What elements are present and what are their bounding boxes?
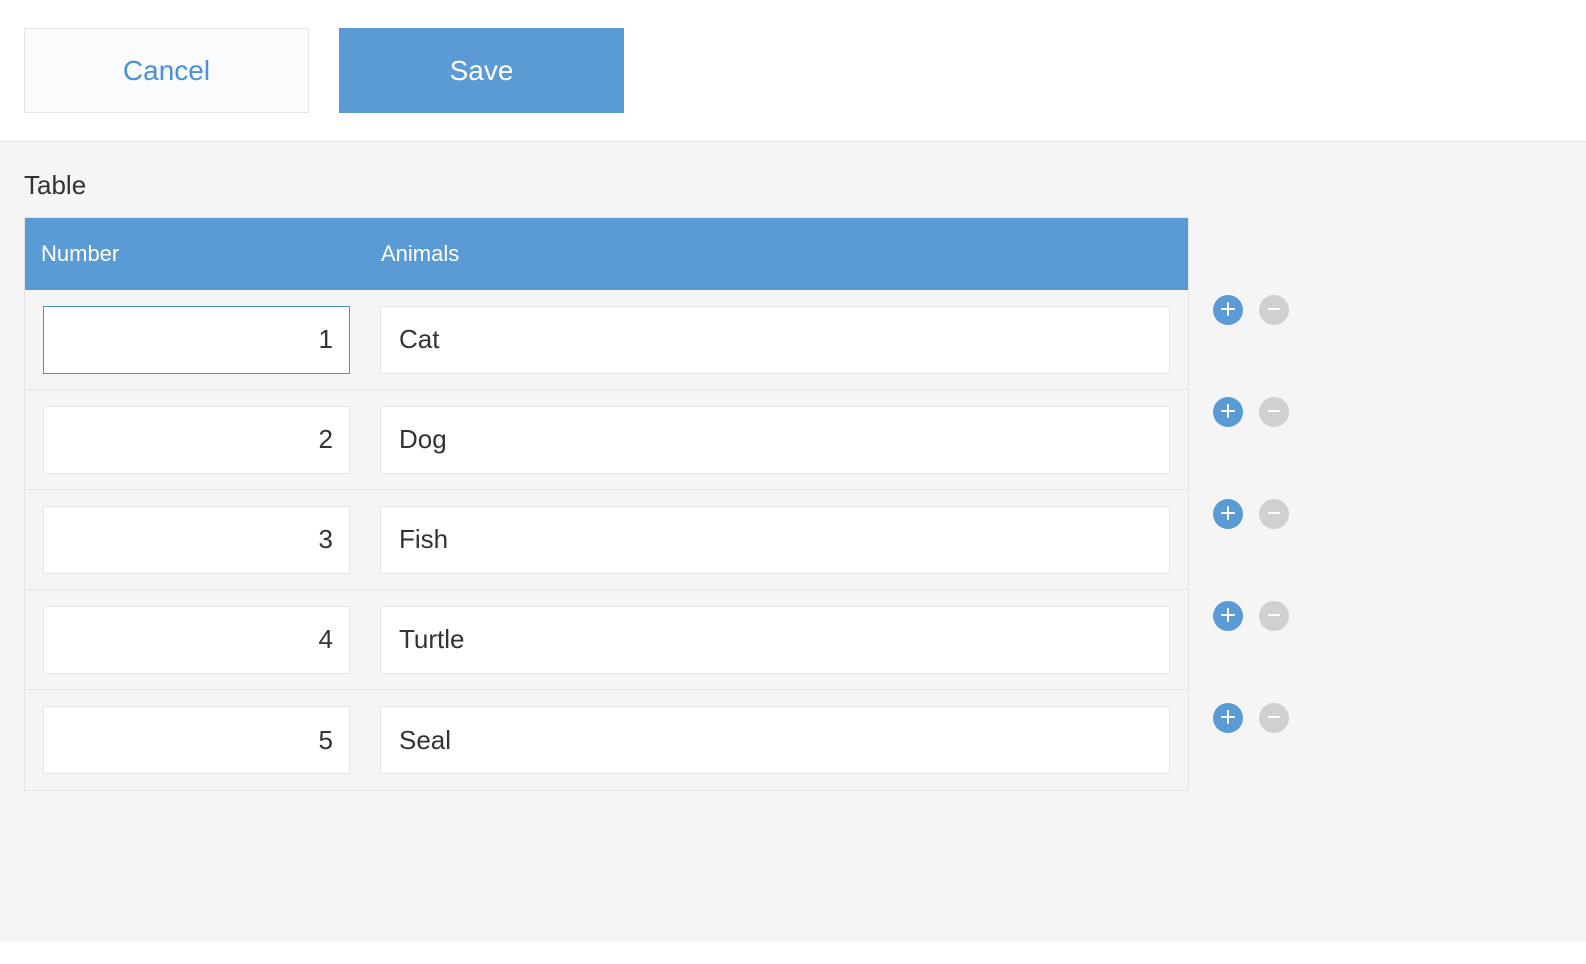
number-input[interactable] [43,406,350,474]
animal-input[interactable] [380,606,1170,674]
add-row-button[interactable] [1213,295,1243,325]
minus-icon [1267,608,1281,625]
row-action-pair [1213,703,1289,733]
add-row-button[interactable] [1213,499,1243,529]
row-action-pair [1213,295,1289,325]
plus-icon [1221,302,1235,319]
remove-row-button[interactable] [1259,703,1289,733]
table-row [25,490,1188,590]
plus-icon [1221,608,1235,625]
animal-input[interactable] [380,406,1170,474]
add-row-button[interactable] [1213,703,1243,733]
add-row-button[interactable] [1213,397,1243,427]
minus-icon [1267,710,1281,727]
animal-input[interactable] [380,306,1170,374]
plus-icon [1221,404,1235,421]
add-row-button[interactable] [1213,601,1243,631]
content-area: Table Number Animals [0,142,1586,942]
table-row [25,390,1188,490]
animal-input[interactable] [380,506,1170,574]
table-wrapper: Number Animals [24,217,1562,791]
remove-row-button[interactable] [1259,295,1289,325]
table-row [25,290,1188,390]
save-button[interactable]: Save [339,28,624,113]
row-action-pair [1213,499,1289,529]
remove-row-button[interactable] [1259,601,1289,631]
column-header-number: Number [25,241,365,267]
animal-input[interactable] [380,706,1170,774]
minus-icon [1267,302,1281,319]
row-actions-column [1213,217,1289,733]
number-input[interactable] [43,506,350,574]
column-header-animals: Animals [365,241,1188,267]
plus-icon [1221,506,1235,523]
cancel-button[interactable]: Cancel [24,28,309,113]
minus-icon [1267,506,1281,523]
remove-row-button[interactable] [1259,499,1289,529]
table-body [25,290,1188,790]
table-label: Table [24,170,1562,201]
table-row [25,590,1188,690]
number-input[interactable] [43,706,350,774]
toolbar: Cancel Save [0,0,1586,142]
number-input[interactable] [43,306,350,374]
minus-icon [1267,404,1281,421]
row-action-pair [1213,397,1289,427]
plus-icon [1221,710,1235,727]
data-table: Number Animals [24,217,1189,791]
table-row [25,690,1188,790]
number-input[interactable] [43,606,350,674]
table-header: Number Animals [25,218,1188,290]
row-action-pair [1213,601,1289,631]
remove-row-button[interactable] [1259,397,1289,427]
